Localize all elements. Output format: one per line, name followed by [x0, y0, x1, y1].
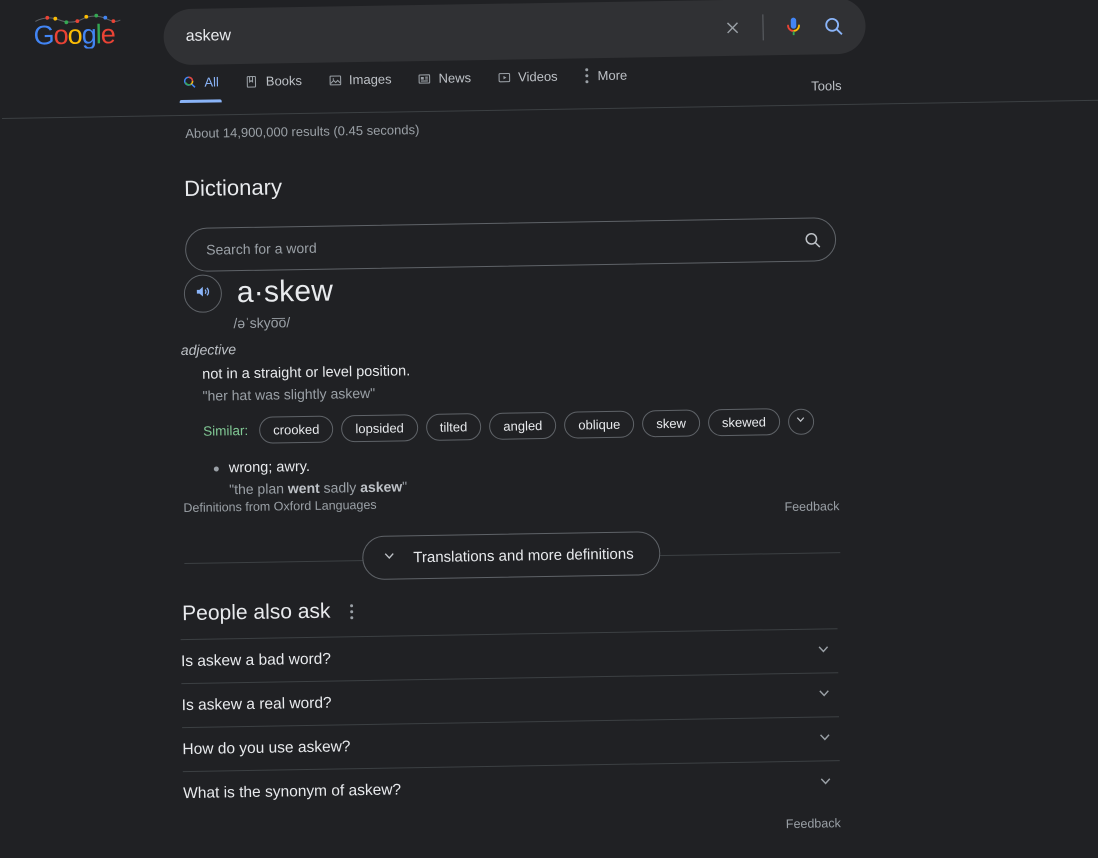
more-synonyms-button[interactable] [787, 408, 815, 435]
tab-news[interactable]: News [417, 70, 471, 99]
chevron-down-icon [381, 547, 397, 567]
people-also-ask-list: Is askew a bad word? Is askew a real wor… [180, 628, 841, 831]
phonetic-spelling: /əˈskyo͞o/ [233, 314, 291, 332]
synonym-chip[interactable]: lopsided [341, 414, 419, 443]
tab-books[interactable]: Books [245, 73, 303, 102]
similar-label: Similar: [203, 423, 249, 440]
synonym-chip[interactable]: oblique [564, 410, 635, 440]
synonym-chip[interactable]: crooked [258, 415, 334, 445]
expander-label: Translations and more definitions [413, 545, 634, 566]
tab-images[interactable]: Images [328, 72, 392, 101]
headword-row: a·skew [183, 273, 334, 313]
translations-expander-wrap: Translations and more definitions [184, 528, 841, 587]
tab-label: Videos [517, 68, 558, 85]
page-header: Google askew All Books Images News Video… [0, 0, 1098, 120]
chevron-down-icon [816, 728, 833, 750]
dictionary-attribution: Definitions from Oxford Languages [183, 497, 377, 516]
similar-words-row: Similar: crooked lopsided tilted angled … [203, 407, 843, 445]
dictionary-heading: Dictionary [183, 174, 283, 201]
word-search-button[interactable] [789, 218, 836, 261]
voice-search-button[interactable] [773, 7, 814, 48]
askew-page-root: Google askew All Books Images News Video… [0, 0, 1098, 858]
paa-question-text: What is the synonym of askew? [183, 780, 402, 802]
search-input[interactable] [163, 0, 714, 66]
result-stats: About 14,900,000 results (0.45 seconds) [185, 122, 420, 141]
chevron-down-icon [794, 412, 807, 430]
tab-label: Books [265, 73, 303, 89]
search-icon [182, 75, 197, 90]
people-also-ask-header: People also ask [182, 599, 360, 626]
tab-all[interactable]: All [182, 74, 219, 103]
search-divider [762, 14, 764, 41]
tab-label: Images [348, 71, 392, 88]
chevron-down-icon [817, 772, 834, 794]
paa-question-text: Is askew a bad word? [180, 650, 332, 670]
part-of-speech: adjective [180, 341, 237, 359]
definition-example: "the plan went sadly askew" [229, 478, 408, 498]
chevron-down-icon [815, 684, 832, 706]
synonym-chip[interactable]: skewed [707, 408, 781, 437]
translations-expander-button[interactable]: Translations and more definitions [361, 531, 662, 581]
word-search-box [184, 217, 837, 272]
clear-search-button[interactable] [712, 8, 753, 49]
chevron-down-icon [815, 640, 832, 662]
definitions-list: not in a straight or level position. "he… [202, 354, 844, 500]
search-submit-button[interactable] [813, 6, 854, 47]
tab-more[interactable]: More [583, 68, 627, 97]
tools-button[interactable]: Tools [811, 78, 842, 94]
google-logo[interactable]: Google [33, 12, 122, 49]
image-icon [328, 73, 342, 87]
nav-row: All Books Images News Videos More Tools [1, 60, 1098, 120]
paa-question-text: Is askew a real word? [181, 694, 332, 714]
kebab-icon [583, 68, 590, 84]
tab-label: More [597, 67, 628, 84]
search-bar [163, 0, 867, 66]
definition-1: not in a straight or level position. "he… [202, 354, 843, 406]
search-tabs: All Books Images News Videos More [182, 68, 627, 103]
dictionary-feedback-link[interactable]: Feedback [784, 499, 839, 514]
svg-text:Google: Google [33, 19, 115, 49]
people-also-ask-menu-icon[interactable] [344, 600, 359, 623]
tab-label: All [204, 74, 219, 90]
paa-question-text: How do you use askew? [182, 737, 351, 758]
bullet-icon [213, 466, 219, 472]
synonym-chip[interactable]: tilted [425, 413, 482, 442]
definition-2: wrong; awry. "the plan went sadly askew" [204, 448, 845, 500]
book-icon [245, 74, 259, 88]
paa-feedback-link[interactable]: Feedback [786, 816, 841, 831]
tab-label: News [438, 70, 472, 86]
word-search-input[interactable] [185, 218, 790, 271]
pronounce-button[interactable] [183, 274, 223, 313]
speaker-icon [194, 282, 212, 305]
headword: a·skew [236, 274, 334, 310]
definition-text: wrong; awry. [228, 459, 311, 477]
synonym-chip[interactable]: angled [489, 412, 557, 441]
synonym-chip[interactable]: skew [642, 409, 701, 438]
tab-videos[interactable]: Videos [497, 69, 558, 98]
news-icon [417, 71, 431, 85]
people-also-ask-heading: People also ask [182, 599, 331, 626]
video-icon [497, 70, 511, 84]
